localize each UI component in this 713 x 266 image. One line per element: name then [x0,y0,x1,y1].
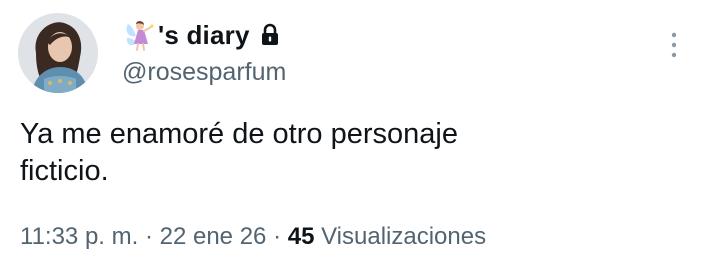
tweet-date[interactable]: 22 ene 26 [160,223,267,250]
tweet-text-line-1: Ya me enamoré de otro personaje [20,118,458,150]
tweet-text: Ya me enamoré de otro personaje ficticio… [20,116,700,190]
tweet-meta: 11:33 p. m. · 22 ene 26 · 45 Visualizaci… [20,220,486,254]
views-count[interactable]: 45 [288,223,315,250]
views-label[interactable]: Visualizaciones [314,223,486,250]
more-options-button[interactable] [664,30,684,60]
meta-separator: · [138,223,160,250]
avatar[interactable] [18,13,98,93]
meta-separator: · [266,223,288,250]
name-row[interactable]: 's diary [122,18,280,52]
tweet-text-line-2: ficticio. [20,155,109,187]
avatar-image [18,13,98,93]
more-vertical-icon [671,32,677,58]
user-handle[interactable]: @rosesparfum [122,56,286,88]
fairy-icon [122,18,156,52]
lock-icon [260,23,280,47]
tweet-time[interactable]: 11:33 p. m. [20,223,138,250]
tweet: 's diary @rosesparfum Ya me enamoré de o… [0,0,713,266]
display-name[interactable]: 's diary [158,18,250,52]
